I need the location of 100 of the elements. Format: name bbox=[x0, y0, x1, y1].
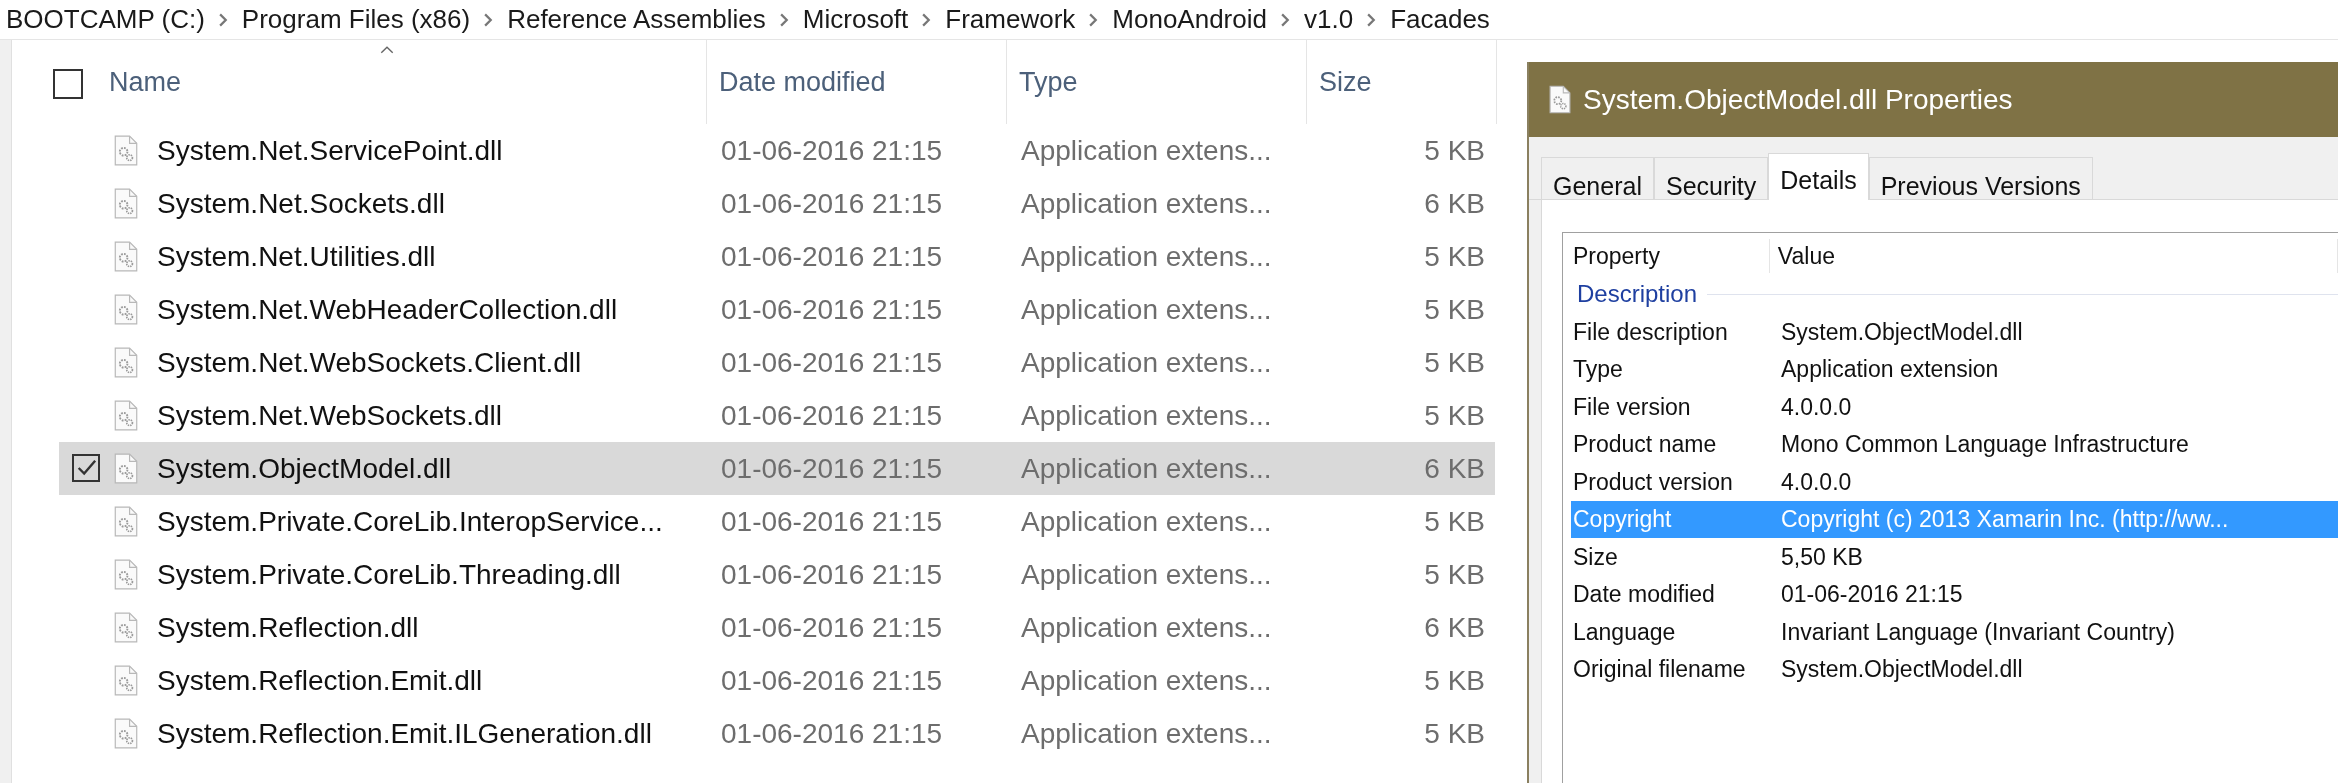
date-cell-text: 01-06-2016 21:15 bbox=[721, 398, 943, 433]
tab[interactable]: General bbox=[1541, 157, 1654, 199]
file-name[interactable]: System.Reflection.Emit.ILGeneration.dll bbox=[157, 712, 652, 755]
size-cell-text: 5 KB bbox=[1424, 133, 1485, 168]
selected-row[interactable]: System.ObjectModel.dll 01-06-2016 21:15 Application extens... 6 KB bbox=[59, 442, 1495, 495]
property-value: Mono Common Language Infrastructure bbox=[1781, 430, 2189, 459]
file-name[interactable]: System.Net.Utilities.dll bbox=[157, 235, 436, 278]
date-cell-text: 01-06-2016 21:15 bbox=[721, 557, 943, 592]
property-name: Product name bbox=[1572, 430, 1718, 459]
file-name[interactable]: System.Net.WebSockets.dll bbox=[157, 394, 502, 437]
type-cell-text: Application extens... bbox=[1021, 504, 1272, 539]
property-row[interactable]: Product version 4.0.0.0 bbox=[1571, 463, 2338, 501]
property-name: Original filename bbox=[1572, 655, 1747, 684]
file-name[interactable]: System.ObjectModel.dll bbox=[157, 447, 452, 490]
type-cell-text: Application extens... bbox=[1021, 186, 1272, 221]
property-row[interactable]: Language Invariant Language (Invariant Country) bbox=[1571, 613, 2338, 651]
date-cell-text: 01-06-2016 21:15 bbox=[721, 345, 943, 380]
row-checkbox[interactable] bbox=[72, 454, 100, 482]
type-cell-text: Application extens... bbox=[1021, 398, 1272, 433]
breadcrumb-item[interactable]: Facades bbox=[1390, 0, 1490, 39]
file-gear-icon bbox=[114, 559, 138, 590]
date-cell-text: 01-06-2016 21:15 bbox=[721, 663, 943, 698]
breadcrumb-item[interactable]: v1.0 bbox=[1303, 0, 1354, 39]
property-value: 4.0.0.0 bbox=[1781, 467, 1852, 497]
date-cell-text: 01-06-2016 21:15 bbox=[721, 716, 943, 751]
file-name[interactable]: System.Net.Sockets.dll bbox=[157, 182, 445, 225]
chevron-icon[interactable] bbox=[1089, 12, 1099, 27]
size-cell-text: 5 KB bbox=[1424, 716, 1485, 751]
property-value: System.ObjectModel.dll bbox=[1781, 317, 2023, 347]
breadcrumb-item[interactable]: Framework bbox=[945, 0, 1076, 39]
file-gear-icon bbox=[114, 453, 138, 484]
file-name[interactable]: System.Private.CoreLib.Threading.dll bbox=[157, 553, 621, 596]
size-cell-text: 6 KB bbox=[1424, 451, 1485, 486]
file-gear-icon bbox=[114, 400, 138, 431]
property-name: Date modified bbox=[1572, 580, 1716, 609]
file-name[interactable]: System.Reflection.dll bbox=[157, 606, 419, 649]
type-cell-text: Application extens... bbox=[1021, 610, 1272, 645]
column-header[interactable]: Size bbox=[1307, 40, 1497, 124]
chevron-icon[interactable] bbox=[922, 12, 932, 27]
date-cell-text: 01-06-2016 21:15 bbox=[721, 239, 943, 274]
file-name[interactable]: System.Net.ServicePoint.dll bbox=[157, 129, 503, 172]
type-cell-text: Application extens... bbox=[1021, 133, 1272, 168]
section-heading: Description bbox=[1577, 279, 1698, 309]
type-cell-text: Application extens... bbox=[1021, 663, 1272, 698]
breadcrumb-item[interactable]: MonoAndroid bbox=[1112, 0, 1267, 39]
column-header[interactable]: Type bbox=[1007, 40, 1307, 124]
type-cell-text: Application extens... bbox=[1021, 292, 1272, 327]
file-gear-icon bbox=[114, 718, 138, 749]
column-header[interactable]: Name bbox=[12, 40, 707, 124]
file-gear-icon bbox=[114, 347, 138, 378]
date-cell-text: 01-06-2016 21:15 bbox=[721, 133, 943, 168]
type-cell-text: Application extens... bbox=[1021, 557, 1272, 592]
breadcrumb-item[interactable]: Program Files (x86) bbox=[241, 0, 471, 39]
file-name[interactable]: System.Private.CoreLib.InteropService... bbox=[157, 500, 663, 543]
breadcrumb-item[interactable]: Reference Assemblies bbox=[507, 0, 766, 39]
type-cell-text: Application extens... bbox=[1021, 239, 1272, 274]
property-row[interactable]: Size 5,50 KB bbox=[1571, 538, 2338, 576]
breadcrumb-item[interactable]: BOOTCAMP (C:) bbox=[6, 0, 205, 39]
property-row[interactable]: Original filename System.ObjectModel.dll bbox=[1571, 650, 2338, 688]
date-cell-text: 01-06-2016 21:15 bbox=[721, 610, 943, 645]
property-row[interactable]: File description System.ObjectModel.dll bbox=[1571, 313, 2338, 351]
chevron-icon[interactable] bbox=[484, 12, 494, 27]
chevron-icon[interactable] bbox=[779, 12, 789, 27]
property-value: 5,50 KB bbox=[1781, 542, 1863, 572]
file-name[interactable]: System.Reflection.Emit.dll bbox=[157, 659, 483, 702]
property-row[interactable]: Product name Mono Common Language Infrastructure bbox=[1571, 425, 2338, 463]
property-value: 01-06-2016 21:15 bbox=[1781, 580, 1963, 609]
file-gear-icon bbox=[114, 188, 138, 219]
tab[interactable]: Previous Versions bbox=[1868, 157, 2093, 199]
property-row[interactable]: Type Application extension bbox=[1571, 350, 2338, 388]
select-all-checkbox[interactable] bbox=[53, 69, 83, 99]
type-cell-text: Application extens... bbox=[1021, 451, 1272, 486]
type-cell-text: Application extens... bbox=[1021, 716, 1272, 751]
property-name: Copyright bbox=[1572, 505, 1673, 534]
size-cell-text: 5 KB bbox=[1424, 292, 1485, 327]
property-name: Product version bbox=[1572, 467, 1734, 497]
property-value: System.ObjectModel.dll bbox=[1781, 655, 2023, 684]
chevron-icon[interactable] bbox=[1367, 12, 1377, 27]
property-name: Language bbox=[1572, 617, 1677, 647]
breadcrumb-item[interactable]: Microsoft bbox=[802, 0, 909, 39]
property-row[interactable]: Date modified 01-06-2016 21:15 bbox=[1571, 575, 2338, 613]
file-gear-icon bbox=[114, 665, 138, 696]
column-header[interactable]: Property bbox=[1571, 238, 1770, 274]
tab[interactable]: Details bbox=[1768, 153, 1869, 200]
column-header[interactable]: Value bbox=[1769, 238, 2338, 274]
size-cell-text: 5 KB bbox=[1424, 504, 1485, 539]
file-name[interactable]: System.Net.WebHeaderCollection.dll bbox=[157, 288, 618, 331]
size-cell-text: 6 KB bbox=[1424, 186, 1485, 221]
property-value: Copyright (c) 2013 Xamarin Inc. (http://ww... bbox=[1781, 505, 2229, 534]
file-name[interactable]: System.Net.WebSockets.Client.dll bbox=[157, 341, 582, 384]
property-value: Invariant Language (Invariant Country) bbox=[1781, 617, 2175, 647]
column-header[interactable]: Date modified bbox=[707, 40, 1007, 124]
chevron-icon[interactable] bbox=[218, 12, 228, 27]
property-name: File version bbox=[1572, 392, 1692, 422]
date-cell-text: 01-06-2016 21:15 bbox=[721, 186, 943, 221]
chevron-icon[interactable] bbox=[1280, 12, 1290, 27]
property-row[interactable]: File version 4.0.0.0 bbox=[1571, 388, 2338, 426]
size-cell-text: 5 KB bbox=[1424, 557, 1485, 592]
tab[interactable]: Security bbox=[1653, 157, 1769, 199]
date-cell-text: 01-06-2016 21:15 bbox=[721, 292, 943, 327]
